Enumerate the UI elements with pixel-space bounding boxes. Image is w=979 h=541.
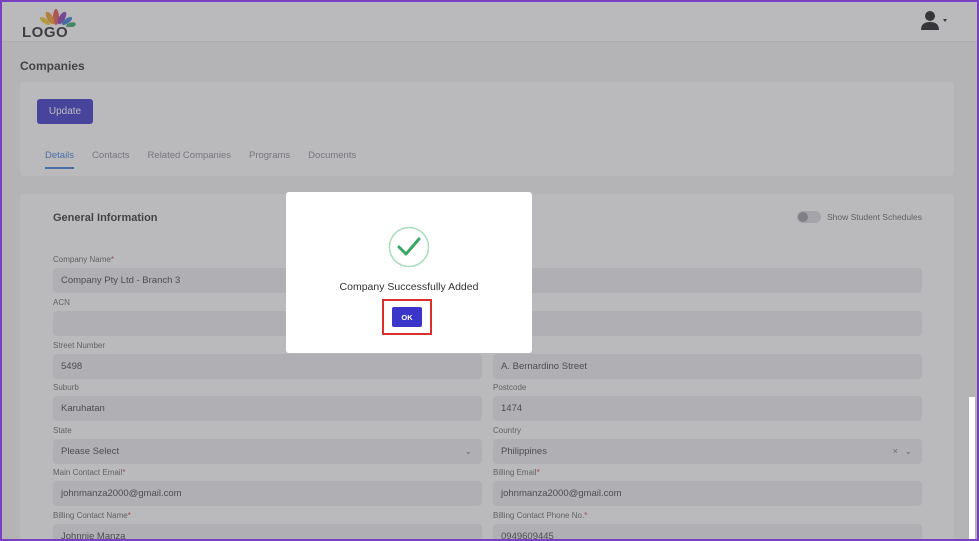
- success-dialog: Company Successfully Added OK: [286, 192, 532, 353]
- success-message: Company Successfully Added: [339, 281, 479, 293]
- ok-button[interactable]: OK: [392, 307, 422, 327]
- scrollbar[interactable]: [969, 397, 975, 539]
- ok-button-highlight: OK: [382, 299, 432, 335]
- success-check-icon: [388, 226, 430, 268]
- app-window: LOGO Companies Update Details Contacts R…: [0, 0, 979, 541]
